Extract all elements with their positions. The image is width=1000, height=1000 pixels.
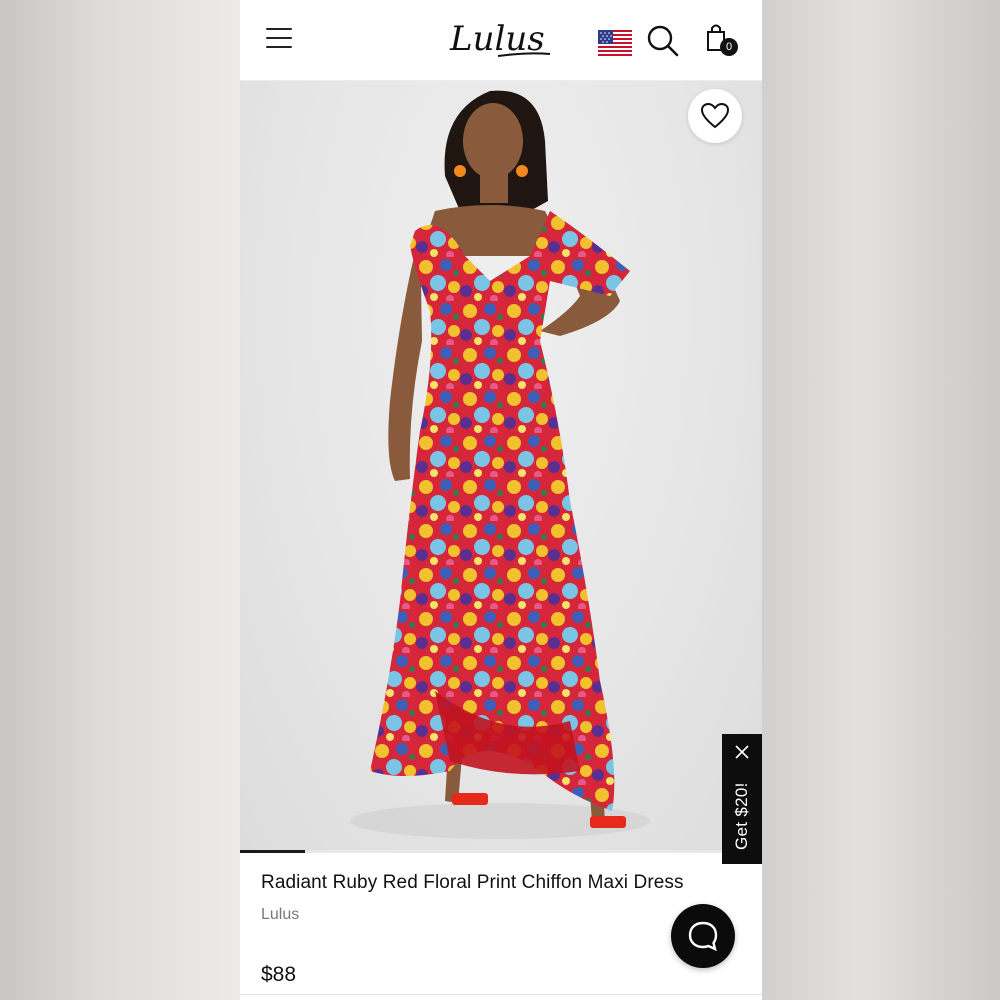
promo-tab[interactable]: Get $20! xyxy=(722,734,762,864)
background-blur-left xyxy=(0,0,240,1000)
background-blur-right xyxy=(762,0,1000,1000)
cart-count-badge: 0 xyxy=(720,38,738,56)
product-price: $88 xyxy=(261,963,297,986)
wishlist-heart-icon[interactable] xyxy=(688,89,742,143)
product-brand[interactable]: Lulus xyxy=(261,906,299,924)
hamburger-menu-icon[interactable] xyxy=(266,28,292,50)
mobile-screen: Lulus 0 Get $20! Radiant Ruby Red Floral… xyxy=(240,0,762,1000)
chat-bubble-icon[interactable] xyxy=(671,904,735,968)
us-flag-icon[interactable] xyxy=(598,30,632,56)
product-image[interactable] xyxy=(240,81,762,852)
close-icon[interactable] xyxy=(734,744,750,760)
product-title: Radiant Ruby Red Floral Print Chiffon Ma… xyxy=(261,872,684,893)
divider xyxy=(240,994,762,995)
search-icon[interactable] xyxy=(646,24,680,58)
site-header: Lulus 0 xyxy=(240,0,762,81)
lulus-logo[interactable]: Lulus xyxy=(448,16,552,62)
promo-label[interactable]: Get $20! xyxy=(722,774,762,858)
shopping-bag-icon[interactable]: 0 xyxy=(704,22,742,60)
gallery-progress-fill xyxy=(240,850,306,853)
gallery-progress-bar xyxy=(240,850,762,853)
